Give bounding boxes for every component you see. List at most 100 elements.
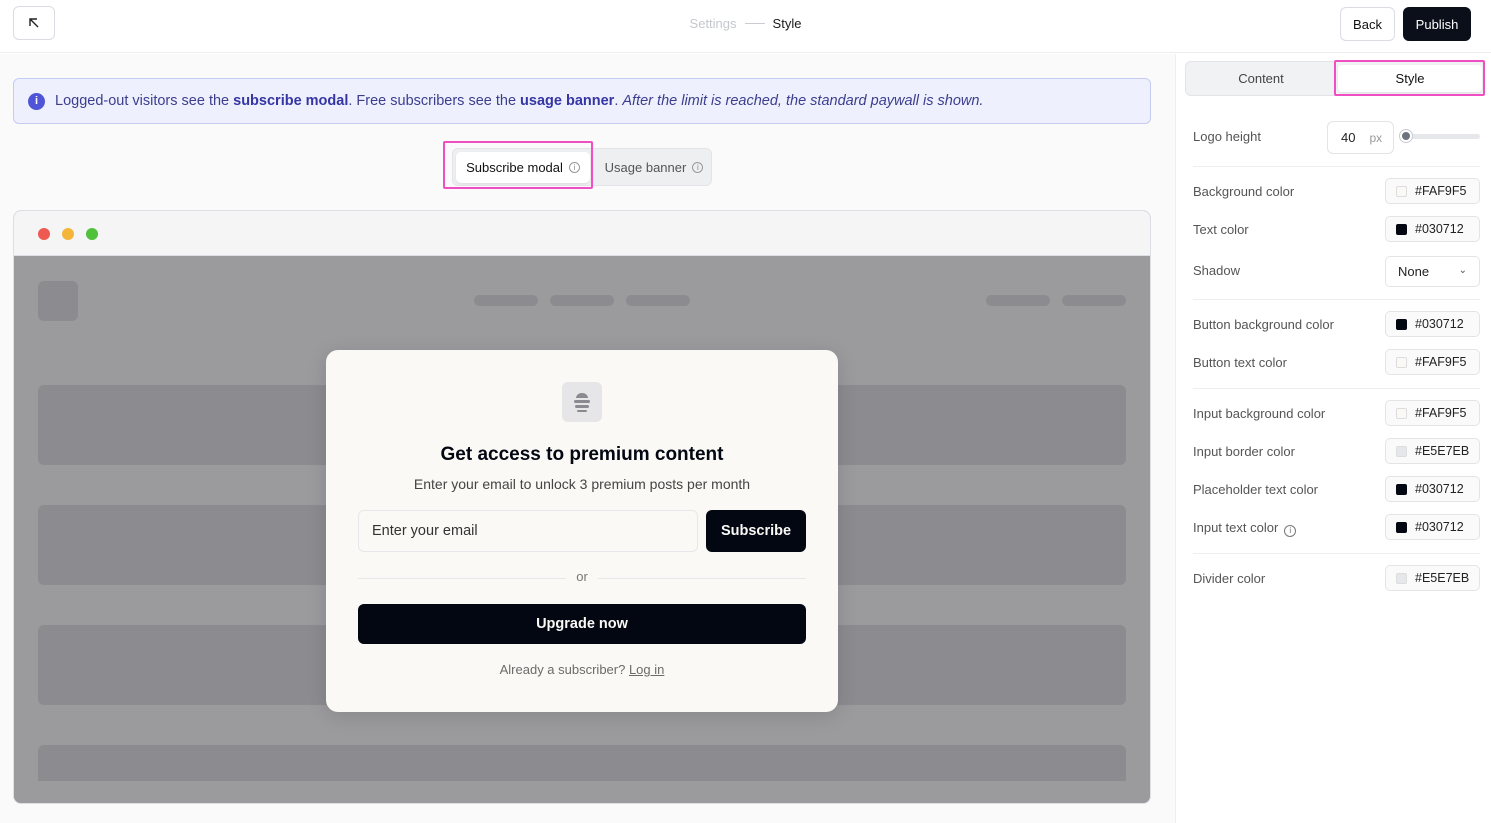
placeholder-text-color-value: #030712 <box>1415 482 1464 496</box>
subscribe-button[interactable]: Subscribe <box>706 510 806 552</box>
section-divider <box>1193 553 1480 554</box>
input-border-color-value: #E5E7EB <box>1415 444 1470 458</box>
window-minimize-dot <box>62 228 74 240</box>
shadow-value: None <box>1398 264 1430 279</box>
input-text-color-picker[interactable]: #030712 <box>1385 514 1480 540</box>
tab-content[interactable]: Content <box>1186 62 1336 95</box>
color-swatch <box>1396 572 1407 584</box>
placeholder-nav <box>550 295 614 306</box>
upgrade-button[interactable]: Upgrade now <box>358 604 806 644</box>
shadow-label: Shadow <box>1193 263 1240 278</box>
placeholder-nav <box>1062 295 1126 306</box>
color-swatch <box>1396 483 1407 495</box>
divider-color-value: #E5E7EB <box>1415 571 1470 585</box>
background-color-value: #FAF9F5 <box>1415 184 1467 198</box>
background-color-label: Background color <box>1193 184 1295 199</box>
back-button[interactable]: Back <box>1340 7 1395 41</box>
preview-area: i Logged-out visitors see the subscribe … <box>0 54 1175 823</box>
divider-color-picker[interactable]: #E5E7EB <box>1385 565 1480 591</box>
color-swatch <box>1396 521 1407 533</box>
color-swatch <box>1396 445 1407 457</box>
top-bar: Settings Style Back Publish <box>0 0 1491 53</box>
info-bold-subscribe-modal: subscribe modal <box>233 93 349 109</box>
input-background-color-picker[interactable]: #FAF9F5 <box>1385 400 1480 426</box>
subscribe-modal: Get access to premium content Enter your… <box>326 350 838 712</box>
placeholder-logo <box>38 281 78 321</box>
info-text-part: Logged-out visitors see the <box>55 93 234 109</box>
info-bold-usage-banner: usage banner <box>520 93 615 109</box>
color-swatch <box>1396 223 1407 235</box>
color-swatch <box>1396 356 1407 368</box>
page-viewport: Get access to premium content Enter your… <box>14 257 1150 803</box>
browser-preview: Get access to premium content Enter your… <box>13 210 1151 804</box>
logo-height-label: Logo height <box>1193 129 1261 144</box>
email-input[interactable]: Enter your email <box>358 510 698 552</box>
logo-height-slider-handle[interactable] <box>1400 130 1412 142</box>
login-prefix: Already a subscriber? <box>499 662 629 677</box>
panel-tabs: Content Style <box>1185 61 1485 96</box>
text-color-value: #030712 <box>1415 222 1464 236</box>
placeholder-text-color-picker[interactable]: #030712 <box>1385 476 1480 502</box>
preview-toggle: Subscribe modal i Usage banner i <box>452 148 712 186</box>
tab-subscribe-modal[interactable]: Subscribe modal i <box>456 152 590 183</box>
tab-usage-banner-label: Usage banner <box>604 160 687 175</box>
info-icon[interactable]: i <box>1284 524 1297 537</box>
info-icon[interactable]: i <box>692 162 704 173</box>
tab-usage-banner[interactable]: Usage banner i <box>598 152 710 183</box>
beehive-logo-icon <box>574 393 590 412</box>
info-text: Logged-out visitors see the subscribe mo… <box>55 93 983 109</box>
divider-color-label: Divider color <box>1193 571 1266 586</box>
logo-height-value: 40 <box>1341 130 1356 145</box>
input-text-color-value: #030712 <box>1415 520 1464 534</box>
login-prompt: Already a subscriber? Log in <box>326 662 838 677</box>
logo-height-input[interactable]: 40 px <box>1327 121 1394 154</box>
breadcrumb-style: Style <box>772 16 802 31</box>
publish-button[interactable]: Publish <box>1403 7 1471 41</box>
info-text-part: . Free subscribers see the <box>348 93 521 109</box>
input-background-color-value: #FAF9F5 <box>1415 406 1467 420</box>
section-divider <box>1193 388 1480 389</box>
breadcrumb: Settings Style <box>0 16 1491 31</box>
breadcrumb-separator <box>744 23 765 24</box>
text-color-picker[interactable]: #030712 <box>1385 216 1480 242</box>
input-text-color-label: Input text color i <box>1193 520 1297 537</box>
info-icon[interactable]: i <box>568 162 580 173</box>
color-swatch <box>1396 185 1407 197</box>
tab-subscribe-modal-label: Subscribe modal <box>466 160 563 175</box>
placeholder-text-color-label: Placeholder text color <box>1193 482 1319 497</box>
input-border-color-label: Input border color <box>1193 444 1295 459</box>
placeholder-card <box>38 745 1126 781</box>
button-text-color-label: Button text color <box>1193 355 1287 370</box>
window-close-dot <box>38 228 50 240</box>
button-background-color-picker[interactable]: #030712 <box>1385 311 1480 337</box>
shadow-select[interactable]: None ⌄ <box>1385 256 1480 287</box>
logo-height-slider[interactable] <box>1401 134 1480 139</box>
button-text-color-picker[interactable]: #FAF9F5 <box>1385 349 1480 375</box>
tab-style[interactable]: Style <box>1338 65 1482 92</box>
input-background-color-label: Input background color <box>1193 406 1326 421</box>
placeholder-nav <box>986 295 1050 306</box>
login-link[interactable]: Log in <box>629 662 664 677</box>
text-color-label: Text color <box>1193 222 1249 237</box>
color-swatch <box>1396 407 1407 419</box>
button-text-color-value: #FAF9F5 <box>1415 355 1467 369</box>
window-maximize-dot <box>86 228 98 240</box>
background-color-picker[interactable]: #FAF9F5 <box>1385 178 1480 204</box>
logo-height-unit: px <box>1369 130 1383 145</box>
style-panel: Content Style Logo height 40 px Backgroun… <box>1175 54 1491 823</box>
input-border-color-picker[interactable]: #E5E7EB <box>1385 438 1480 464</box>
button-background-color-value: #030712 <box>1415 317 1464 331</box>
section-divider <box>1193 299 1480 300</box>
modal-subtitle: Enter your email to unlock 3 premium pos… <box>413 476 751 492</box>
input-text-color-label-text: Input text color <box>1193 520 1279 535</box>
modal-title: Get access to premium content <box>440 444 724 465</box>
info-banner: i Logged-out visitors see the subscribe … <box>13 78 1151 124</box>
placeholder-nav <box>626 295 690 306</box>
button-background-color-label: Button background color <box>1193 317 1334 332</box>
chevron-down-icon: ⌄ <box>1458 265 1467 276</box>
breadcrumb-settings[interactable]: Settings <box>690 16 737 31</box>
or-label: or <box>566 569 598 587</box>
info-icon: i <box>28 92 45 110</box>
publication-logo <box>562 382 602 422</box>
browser-chrome <box>14 211 1150 256</box>
